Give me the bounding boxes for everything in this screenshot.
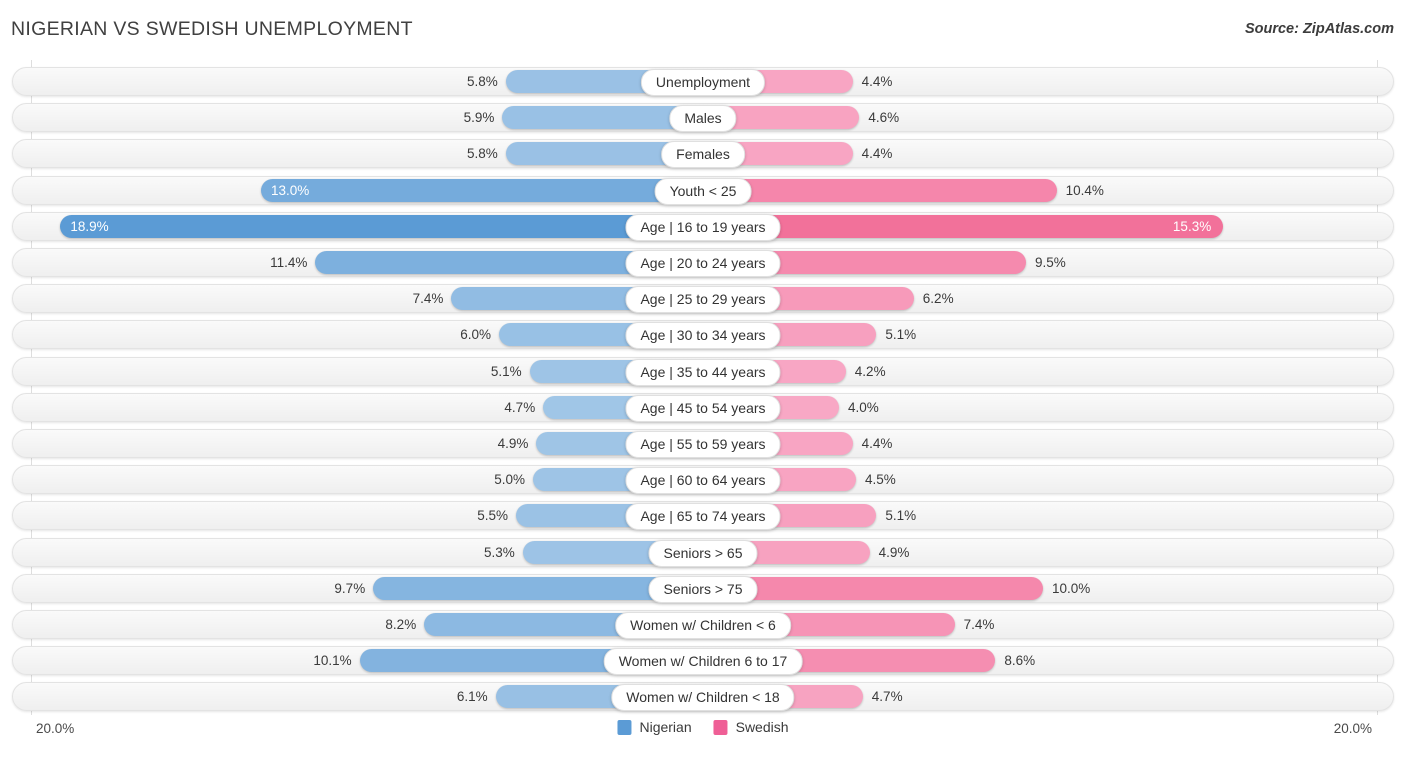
value-label-swedish: 5.1%	[885, 508, 917, 524]
chart-row: 11.4% 9.5% Age | 20 to 24 years	[12, 248, 1394, 277]
chart-row: 4.9% 4.4% Age | 55 to 59 years	[12, 429, 1394, 458]
axis-label-right: 20.0%	[1333, 721, 1372, 736]
value-label-nigerian: 13.0%	[271, 182, 310, 198]
bar-nigerian	[60, 214, 703, 238]
chart-legend: Nigerian Swedish	[617, 719, 789, 735]
value-label-nigerian: 5.1%	[490, 363, 522, 379]
value-label-nigerian: 11.4%	[270, 255, 308, 270]
value-label-nigerian: 5.8%	[467, 74, 498, 89]
plot-area: 5.8% 4.4% Unemployment 5.9% 4.6% Males 5.8% 4.4…	[0, 60, 1406, 715]
value-label-swedish: 4.6%	[868, 110, 900, 126]
value-label-swedish: 10.4%	[1065, 182, 1104, 198]
chart-row: 5.0% 4.5% Age | 60 to 64 years	[12, 465, 1394, 495]
value-label-swedish: 4.4%	[861, 436, 893, 451]
category-label: Women w/ Children < 6	[615, 612, 791, 639]
category-label: Age | 16 to 19 years	[625, 213, 781, 241]
category-label: Age | 25 to 29 years	[625, 286, 781, 314]
chart-root: NIGERIAN VS SWEDISH UNEMPLOYMENT Source:…	[0, 0, 1406, 757]
category-label: Age | 30 to 34 years	[625, 322, 781, 350]
chart-row: 5.8% 4.4% Unemployment	[12, 67, 1394, 96]
value-label-nigerian: 8.2%	[385, 617, 417, 632]
value-label-swedish: 8.6%	[1004, 653, 1036, 669]
category-label: Age | 45 to 54 years	[625, 394, 781, 422]
value-label-swedish: 4.5%	[865, 472, 896, 488]
value-label-swedish: 7.4%	[963, 617, 995, 632]
legend-item[interactable]: Nigerian	[617, 719, 692, 735]
chart-row: 8.2% 7.4% Women w/ Children < 6	[12, 610, 1394, 639]
value-label-nigerian: 5.3%	[484, 544, 515, 560]
chart-row: 5.9% 4.6% Males	[12, 103, 1394, 133]
category-label: Age | 55 to 59 years	[625, 431, 781, 458]
value-label-nigerian: 9.7%	[334, 580, 366, 596]
legend-item[interactable]: Swedish	[713, 719, 789, 735]
category-label: Females	[661, 141, 745, 169]
chart-footer: 20.0% 20.0% Nigerian Swedish	[0, 715, 1406, 757]
category-label: Women w/ Children 6 to 17	[603, 648, 803, 676]
chart-row: 4.7% 4.0% Age | 45 to 54 years	[12, 392, 1394, 422]
source-attribution: Source: ZipAtlas.com	[1244, 21, 1394, 37]
bar-swedish	[703, 178, 1057, 202]
value-label-swedish: 15.3%	[1172, 218, 1212, 234]
value-label-nigerian: 18.9%	[70, 218, 109, 234]
category-label: Age | 35 to 44 years	[625, 358, 781, 386]
value-label-swedish: 4.4%	[861, 146, 893, 162]
category-label: Youth < 25	[654, 177, 752, 205]
value-label-nigerian: 7.4%	[412, 291, 444, 307]
value-label-swedish: 5.1%	[885, 327, 917, 343]
chart-row: 5.1% 4.2% Age | 35 to 44 years	[12, 356, 1394, 386]
page-title: NIGERIAN VS SWEDISH UNEMPLOYMENT	[11, 18, 413, 40]
category-label: Males	[669, 105, 737, 133]
chart-row: 6.0% 5.1% Age | 30 to 34 years	[12, 320, 1394, 350]
value-label-swedish: 4.9%	[878, 544, 910, 560]
legend-swatch-icon	[713, 719, 728, 735]
chart-row: 5.5% 5.1% Age | 65 to 74 years	[12, 501, 1394, 531]
value-label-nigerian: 5.8%	[467, 146, 498, 162]
category-label: Seniors > 65	[648, 539, 758, 567]
value-label-nigerian: 6.1%	[456, 689, 488, 705]
legend-label: Nigerian	[639, 719, 692, 735]
value-label-nigerian: 5.9%	[463, 110, 495, 126]
legend-label: Swedish	[735, 719, 789, 735]
value-label-swedish: 4.7%	[871, 689, 903, 705]
axis-label-left: 20.0%	[36, 721, 75, 736]
value-label-nigerian: 5.5%	[477, 508, 508, 524]
chart-row: 9.7% 10.0% Seniors > 75	[12, 573, 1394, 603]
value-label-nigerian: 10.1%	[313, 653, 352, 669]
chart-row: 7.4% 6.2% Age | 25 to 29 years	[12, 284, 1394, 314]
category-label: Age | 20 to 24 years	[625, 250, 781, 277]
category-label: Age | 65 to 74 years	[625, 503, 781, 531]
value-label-nigerian: 6.0%	[460, 327, 491, 343]
chart-row: 13.0% 10.4% Youth < 25	[12, 175, 1394, 205]
chart-row: 6.1% 4.7% Women w/ Children < 18	[12, 682, 1394, 712]
value-label-swedish: 4.2%	[854, 363, 886, 379]
bar-nigerian	[261, 178, 703, 202]
bar-swedish	[703, 214, 1224, 238]
legend-swatch-icon	[617, 719, 632, 735]
value-label-swedish: 9.5%	[1035, 255, 1066, 270]
chart-row: 10.1% 8.6% Women w/ Children 6 to 17	[12, 646, 1394, 676]
category-label: Age | 60 to 64 years	[625, 467, 781, 495]
value-label-swedish: 4.0%	[848, 399, 879, 415]
value-label-nigerian: 5.0%	[494, 472, 525, 488]
category-label: Seniors > 75	[648, 575, 758, 603]
chart-row: 5.8% 4.4% Females	[12, 139, 1394, 169]
value-label-swedish: 6.2%	[922, 291, 954, 307]
chart-row: 18.9% 15.3% Age | 16 to 19 years	[12, 211, 1394, 241]
value-label-swedish: 4.4%	[861, 74, 893, 89]
category-label: Women w/ Children < 18	[611, 684, 795, 712]
value-label-nigerian: 4.7%	[504, 399, 536, 415]
category-label: Unemployment	[640, 69, 766, 96]
chart-row: 5.3% 4.9% Seniors > 65	[12, 537, 1394, 567]
value-label-nigerian: 4.9%	[497, 436, 529, 451]
value-label-swedish: 10.0%	[1052, 580, 1091, 596]
